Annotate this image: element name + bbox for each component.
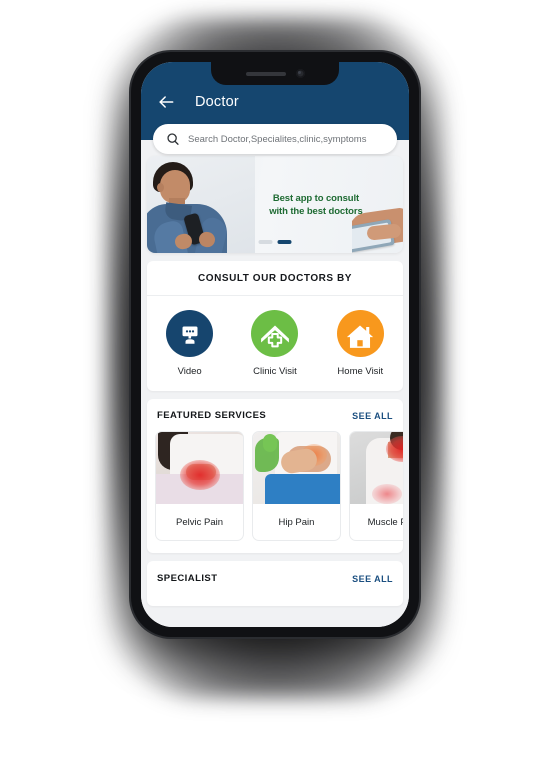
specialist-see-all-link[interactable]: SEE ALL [352, 574, 393, 584]
specialist-title: SPECIALIST [157, 573, 218, 584]
banner-dot-active[interactable] [277, 240, 292, 244]
featured-services-header: FEATURED SERVICES SEE ALL [147, 410, 403, 431]
consult-section: CONSULT OUR DOCTORS BY Video Clinic Visi… [147, 261, 403, 391]
consult-options-row: Video Clinic Visit Home Visit [147, 296, 403, 377]
search-input[interactable] [188, 133, 385, 145]
banner-photo-man-with-phone [147, 156, 255, 253]
consult-option-home-visit[interactable]: Home Visit [318, 310, 402, 377]
featured-services-carousel[interactable]: Pelvic Pain Hip Pain Muscle [147, 431, 403, 541]
screenshot-stage: Doctor Search Doctor,Specialites,clinic,… [0, 0, 550, 766]
phone-device-frame: Doctor Search Doctor,Specialites,clinic,… [131, 52, 419, 637]
muscle-pain-photo [350, 432, 403, 504]
front-camera-icon [295, 69, 305, 78]
featured-services-see-all-link[interactable]: SEE ALL [352, 411, 393, 421]
banner-dot[interactable] [258, 240, 273, 244]
banner-pagination-dots[interactable] [258, 240, 292, 244]
hip-pain-photo [253, 432, 340, 504]
service-card-label: Pelvic Pain [176, 516, 223, 528]
search-bar[interactable] [153, 124, 397, 154]
phone-notch [211, 62, 339, 85]
promo-banner[interactable]: Best app to consult with the best doctor… [147, 156, 403, 253]
consult-option-label: Home Visit [337, 366, 384, 377]
service-card[interactable]: Pelvic Pain [155, 431, 244, 541]
service-card[interactable]: Muscle Pain [349, 431, 403, 541]
service-card-label: Muscle Pain [367, 516, 403, 528]
back-arrow-icon[interactable] [155, 91, 177, 113]
speaker-grille-icon [245, 71, 286, 76]
specialist-section: SPECIALIST SEE ALL [147, 561, 403, 606]
page-title: Doctor [195, 94, 239, 110]
video-chat-bubble-icon [166, 310, 214, 357]
pelvic-pain-photo [156, 432, 243, 504]
featured-services-title: FEATURED SERVICES [157, 410, 267, 421]
consult-option-video[interactable]: Video [147, 310, 231, 377]
search-bar-container [141, 124, 409, 154]
consult-option-clinic-visit[interactable]: Clinic Visit [233, 310, 317, 377]
banner-headline-line-1: Best app to consult [272, 192, 360, 204]
service-card[interactable]: Hip Pain [252, 431, 341, 541]
home-house-icon [336, 310, 384, 357]
app-scroll-body[interactable]: Best app to consult with the best doctor… [141, 140, 409, 627]
clinic-cross-house-icon [251, 310, 299, 357]
consult-option-label: Clinic Visit [253, 366, 297, 377]
featured-services-section: FEATURED SERVICES SEE ALL Pelvic Pain Hi… [147, 399, 403, 553]
banner-headline-line-2: with the best doctors [269, 205, 363, 217]
header-row: Doctor [141, 84, 409, 120]
banner-text-block: Best app to consult with the best doctor… [260, 192, 373, 218]
consult-section-title: CONSULT OUR DOCTORS BY [147, 273, 403, 296]
search-icon [165, 132, 180, 147]
service-card-label: Hip Pain [278, 516, 315, 528]
specialist-header: SPECIALIST SEE ALL [157, 573, 393, 584]
consult-option-label: Video [177, 366, 202, 377]
phone-screen: Doctor Search Doctor,Specialites,clinic,… [141, 62, 409, 627]
